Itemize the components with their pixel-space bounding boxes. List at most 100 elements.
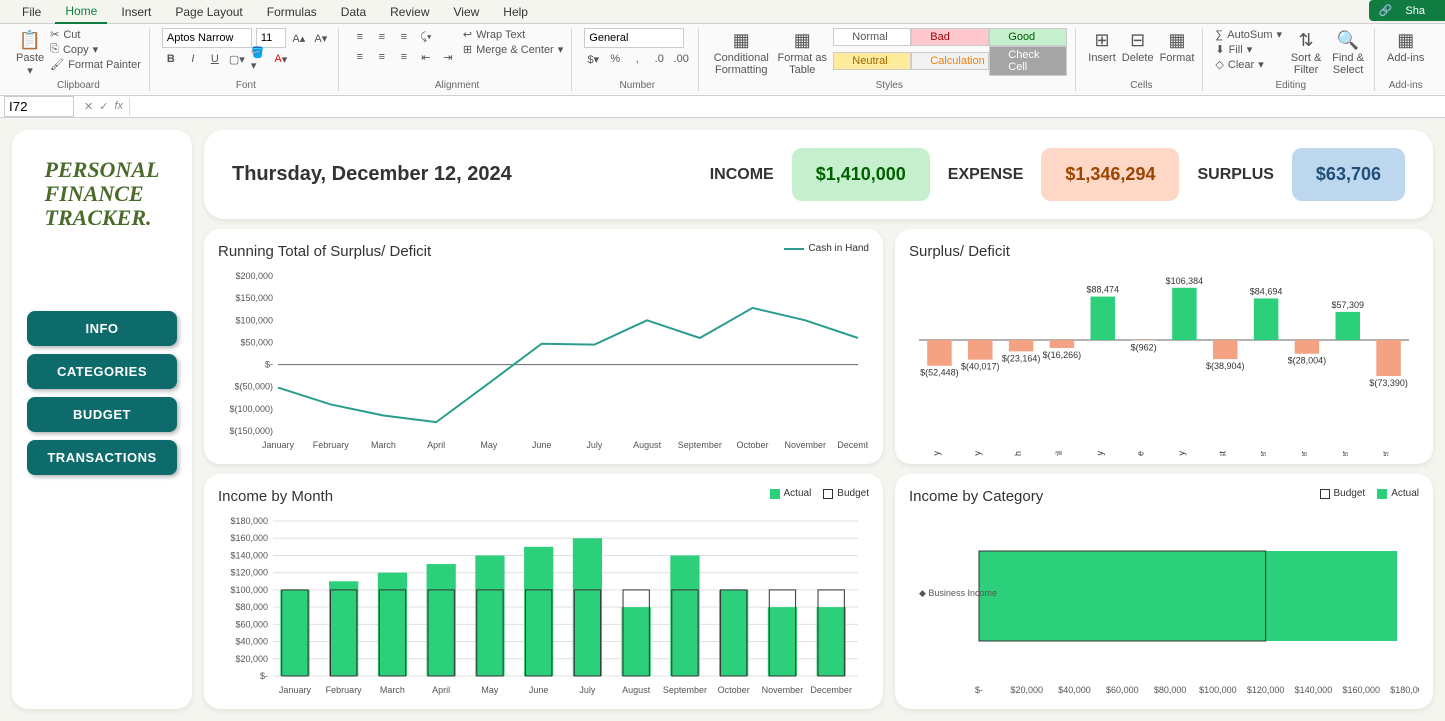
- decrease-decimal-icon[interactable]: .00: [672, 50, 690, 68]
- align-right-icon[interactable]: ≡: [395, 48, 413, 66]
- style-bad[interactable]: Bad: [911, 28, 989, 46]
- svg-text:$(23,164): $(23,164): [1002, 353, 1041, 363]
- comma-icon[interactable]: ,: [628, 50, 646, 68]
- autosum-button[interactable]: ∑ AutoSum ▾: [1215, 28, 1282, 41]
- font-size-input[interactable]: [256, 28, 286, 48]
- svg-text:$100,000: $100,000: [235, 315, 273, 325]
- wrap-icon: ↩: [463, 28, 472, 41]
- insert-button[interactable]: ⊞Insert: [1088, 28, 1116, 64]
- svg-text:$140,000: $140,000: [230, 550, 268, 560]
- svg-text:April: April: [427, 440, 445, 450]
- menu-file[interactable]: File: [12, 1, 51, 23]
- cancel-formula-icon[interactable]: ✕: [84, 100, 93, 113]
- svg-text:$88,474: $88,474: [1086, 285, 1119, 295]
- bold-icon[interactable]: B: [162, 50, 180, 68]
- menu-review[interactable]: Review: [380, 1, 439, 23]
- svg-text:July: July: [586, 440, 603, 450]
- fx-icon[interactable]: fx: [114, 100, 123, 113]
- sidebar-transactions-button[interactable]: TRANSACTIONS: [27, 440, 177, 475]
- indent-decrease-icon[interactable]: ⇤: [417, 48, 435, 66]
- sort-filter-button[interactable]: ⇅Sort & Filter: [1288, 28, 1324, 76]
- copy-button[interactable]: ⎘ Copy ▾: [50, 43, 141, 56]
- svg-text:December: December: [810, 685, 852, 695]
- svg-text:December: December: [1381, 451, 1391, 456]
- menu-home[interactable]: Home: [55, 0, 107, 24]
- ribbon-group-addins: ▦Add-ins Add-ins: [1379, 28, 1432, 91]
- format-painter-button[interactable]: 🖌 Format Painter: [50, 58, 141, 71]
- conditional-formatting-button[interactable]: ▦Conditional Formatting: [711, 28, 771, 76]
- align-center-icon[interactable]: ≡: [373, 48, 391, 66]
- delete-button[interactable]: ⊟Delete: [1122, 28, 1154, 64]
- sidebar-budget-button[interactable]: BUDGET: [27, 397, 177, 432]
- share-button[interactable]: 🔗 Sha: [1369, 0, 1445, 21]
- menu-data[interactable]: Data: [331, 1, 376, 23]
- decrease-font-icon[interactable]: A▾: [312, 29, 330, 47]
- svg-text:$106,384: $106,384: [1166, 276, 1204, 286]
- merge-center-button[interactable]: ⊞ Merge & Center ▾: [463, 43, 563, 56]
- chart-income-category: Income by Category Budget Actual $-$20,0…: [895, 474, 1433, 709]
- formula-input[interactable]: [129, 97, 1445, 116]
- increase-decimal-icon[interactable]: .0: [650, 50, 668, 68]
- currency-icon[interactable]: $▾: [584, 50, 602, 68]
- svg-text:January: January: [931, 451, 941, 456]
- format-button[interactable]: ▦Format: [1160, 28, 1195, 64]
- number-format-input[interactable]: [584, 28, 684, 48]
- enter-formula-icon[interactable]: ✓: [99, 100, 108, 113]
- addins-button[interactable]: ▦Add-ins: [1387, 28, 1424, 64]
- menu-view[interactable]: View: [444, 1, 490, 23]
- fill-button[interactable]: ⬇ Fill ▾: [1215, 43, 1282, 56]
- paste-button[interactable]: 📋Paste▾: [16, 28, 44, 77]
- style-good[interactable]: Good: [989, 28, 1067, 46]
- menu-insert[interactable]: Insert: [111, 1, 161, 23]
- svg-text:May: May: [481, 685, 499, 695]
- ribbon-group-editing: ∑ AutoSum ▾ ⬇ Fill ▾ ◇ Clear ▾ ⇅Sort & F…: [1207, 28, 1375, 91]
- menu-help[interactable]: Help: [493, 1, 538, 23]
- clear-button[interactable]: ◇ Clear ▾: [1215, 58, 1282, 71]
- svg-text:$180,000: $180,000: [1390, 685, 1419, 695]
- font-name-input[interactable]: [162, 28, 252, 48]
- underline-icon[interactable]: U: [206, 50, 224, 68]
- style-calculation[interactable]: Calculation: [911, 52, 989, 70]
- svg-text:October: October: [718, 685, 750, 695]
- percent-icon[interactable]: %: [606, 50, 624, 68]
- style-check-cell[interactable]: Check Cell: [989, 46, 1067, 76]
- formula-bar: ✕ ✓ fx: [0, 96, 1445, 118]
- italic-icon[interactable]: I: [184, 50, 202, 68]
- cut-button[interactable]: ✂ Cut: [50, 28, 141, 41]
- font-color-icon[interactable]: A▾: [272, 50, 290, 68]
- number-label: Number: [584, 80, 690, 91]
- svg-text:$-: $-: [265, 360, 273, 370]
- align-bottom-icon[interactable]: ≡: [395, 28, 413, 46]
- svg-text:$20,000: $20,000: [1011, 685, 1044, 695]
- sidebar-categories-button[interactable]: CATEGORIES: [27, 354, 177, 389]
- sidebar-info-button[interactable]: INFO: [27, 311, 177, 346]
- merge-icon: ⊞: [463, 43, 472, 56]
- svg-text:$57,309: $57,309: [1331, 300, 1364, 310]
- find-select-button[interactable]: 🔍Find & Select: [1330, 28, 1366, 76]
- clipboard-label: Clipboard: [16, 80, 141, 91]
- increase-font-icon[interactable]: A▴: [290, 29, 308, 47]
- align-top-icon[interactable]: ≡: [351, 28, 369, 46]
- svg-text:$160,000: $160,000: [1342, 685, 1380, 695]
- indent-increase-icon[interactable]: ⇥: [439, 48, 457, 66]
- cells-label: Cells: [1088, 80, 1194, 91]
- orientation-icon[interactable]: ⤹▾: [417, 28, 435, 46]
- style-neutral[interactable]: Neutral: [833, 52, 911, 70]
- border-icon[interactable]: ▢▾: [228, 50, 246, 68]
- fill-color-icon[interactable]: 🪣▾: [250, 50, 268, 68]
- scissors-icon: ✂: [50, 28, 59, 41]
- align-left-icon[interactable]: ≡: [351, 48, 369, 66]
- format-as-table-button[interactable]: ▦Format as Table: [777, 28, 827, 76]
- svg-text:February: February: [972, 451, 982, 456]
- wrap-text-button[interactable]: ↩ Wrap Text: [463, 28, 563, 41]
- menu-formulas[interactable]: Formulas: [257, 1, 327, 23]
- svg-text:$40,000: $40,000: [235, 637, 268, 647]
- chart-body-surplus-deficit: $(52,448)January$(40,017)February$(23,16…: [909, 266, 1419, 456]
- svg-text:July: July: [1176, 451, 1186, 456]
- style-normal[interactable]: Normal: [833, 28, 911, 46]
- svg-text:March: March: [371, 440, 396, 450]
- menu-page-layout[interactable]: Page Layout: [165, 1, 252, 23]
- align-middle-icon[interactable]: ≡: [373, 28, 391, 46]
- name-box-input[interactable]: [4, 96, 74, 117]
- svg-text:$120,000: $120,000: [1247, 685, 1285, 695]
